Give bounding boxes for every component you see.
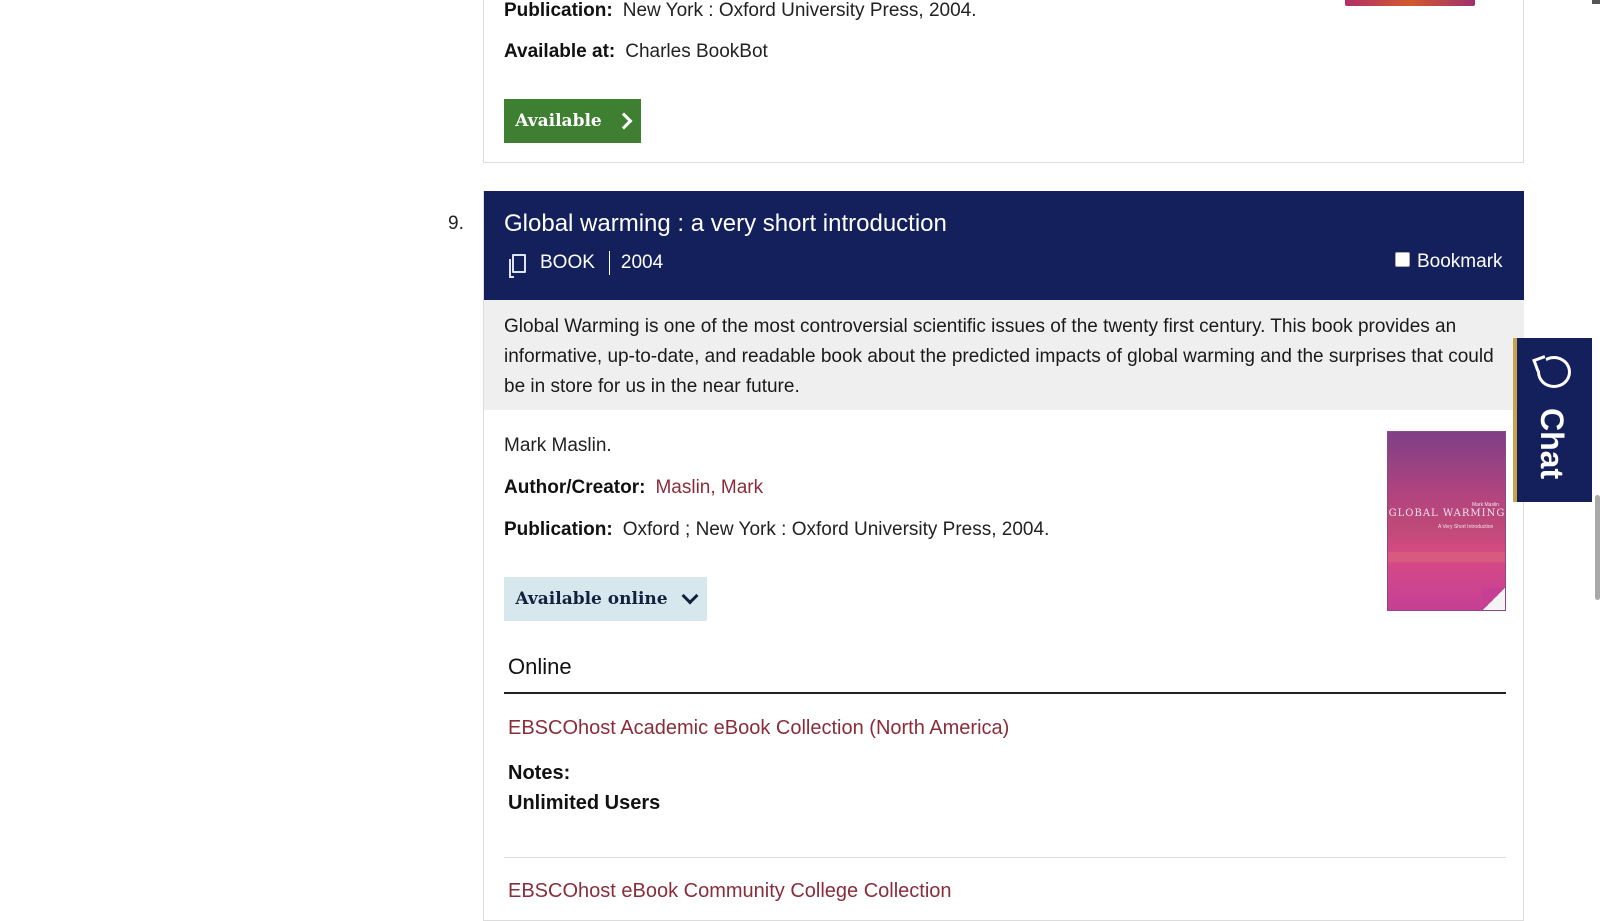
scroll-arrow-icon[interactable] — [1592, 0, 1600, 4]
available-at-value: Charles BookBot — [625, 41, 768, 62]
notes-value: Unlimited Users — [508, 792, 661, 814]
link-divider — [504, 857, 1506, 858]
publication-label: Publication: — [504, 0, 613, 21]
abstract-text: Global Warming is one of the most contro… — [504, 316, 1494, 397]
chevron-down-icon — [681, 587, 699, 605]
available-button-label: Available — [515, 111, 602, 131]
chat-button[interactable]: Chat — [1513, 338, 1592, 502]
publication-value: Oxford ; New York : Oxford University Pr… — [622, 519, 1050, 540]
author-label: Author/Creator: — [504, 477, 646, 498]
available-at-field: Available at: Charles BookBot — [504, 41, 768, 63]
meta-divider — [608, 251, 610, 275]
available-button[interactable]: Available — [504, 99, 641, 143]
bookmark-checkbox[interactable] — [1395, 251, 1410, 267]
record-header — [484, 191, 1524, 300]
record-meta: BOOK 2004 — [509, 251, 664, 278]
statement-of-responsibility: Mark Maslin. — [504, 435, 612, 456]
cover-title: GLOBAL WARMING — [1388, 508, 1506, 519]
available-online-label: Available online — [515, 589, 668, 609]
record-title[interactable]: Global warming : a very short introducti… — [504, 210, 947, 238]
book-cover-image[interactable]: Mark Maslin GLOBAL WARMING A Very Short … — [1387, 431, 1506, 611]
book-icon — [509, 253, 526, 278]
record-year: 2004 — [620, 252, 664, 273]
chat-bubble-icon — [1537, 356, 1571, 388]
publication-field: Publication: Oxford ; New York : Oxford U… — [504, 519, 1049, 541]
online-heading: Online — [508, 654, 572, 679]
author-field: Author/Creator: Maslin, Mark — [504, 477, 763, 499]
scrollbar-thumb[interactable] — [1595, 495, 1600, 600]
record-number: 9. — [448, 213, 464, 234]
record-type: BOOK — [540, 252, 595, 273]
bookmark-label: Bookmark — [1417, 251, 1503, 272]
publication-label: Publication: — [504, 519, 613, 540]
cover-decoration — [1388, 552, 1505, 562]
previous-publication-field: Publication: New York : Oxford University… — [504, 0, 977, 22]
page-curl-icon — [1483, 588, 1505, 610]
available-online-button[interactable]: Available online — [504, 577, 707, 621]
author-link[interactable]: Maslin, Mark — [655, 477, 763, 498]
previous-record-cover[interactable] — [1345, 0, 1475, 6]
notes-label: Notes: — [508, 762, 571, 784]
online-divider — [504, 692, 1506, 694]
chat-label: Chat — [1534, 408, 1570, 480]
bookmark-toggle[interactable]: Bookmark — [1395, 251, 1503, 273]
ebsco-academic-link[interactable]: EBSCOhost Academic eBook Collection (Nor… — [508, 717, 1009, 740]
chevron-right-icon — [615, 112, 633, 130]
cover-subtitle: A Very Short Introduction — [1438, 524, 1494, 530]
publication-value: New York : Oxford University Press, 2004… — [622, 0, 977, 21]
available-at-label: Available at: — [504, 41, 616, 62]
